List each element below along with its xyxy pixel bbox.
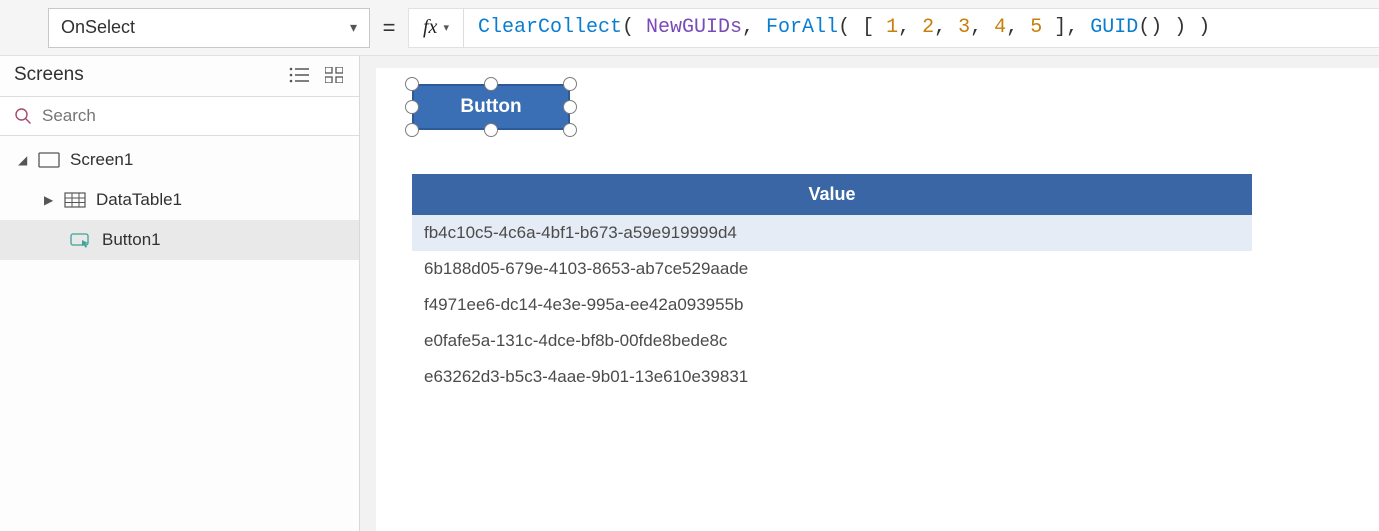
- datatable-icon: [64, 192, 86, 208]
- tree-item-label: Screen1: [70, 150, 133, 170]
- property-dropdown-label: OnSelect: [61, 17, 135, 38]
- formula-token: ,: [742, 16, 766, 39]
- formula-token: (: [622, 16, 646, 39]
- resize-handle[interactable]: [405, 100, 419, 114]
- formula-token: NewGUIDs: [646, 16, 742, 39]
- tree-item-datatable1[interactable]: ▶ DataTable1: [0, 180, 359, 220]
- formula-token: 3: [958, 16, 970, 39]
- collapse-icon[interactable]: ◢: [18, 153, 28, 167]
- search-box[interactable]: [0, 96, 359, 136]
- resize-handle[interactable]: [563, 123, 577, 137]
- canvas-button-label: Button: [460, 96, 521, 118]
- tree-view: ◢ Screen1 ▶ DataTable1: [0, 136, 359, 260]
- tree-item-label: Button1: [102, 230, 161, 250]
- formula-input[interactable]: ClearCollect( NewGUIDs, ForAll( [ 1, 2, …: [464, 8, 1379, 48]
- formula-token: ],: [1042, 16, 1090, 39]
- formula-token: ,: [934, 16, 958, 39]
- formula-token: ForAll: [766, 16, 838, 39]
- screen-surface[interactable]: Button Value fb4c10c5-4c6a-4bf1-b673-a59…: [376, 68, 1379, 531]
- search-input[interactable]: [42, 106, 345, 126]
- datatable-header[interactable]: Value: [412, 174, 1252, 215]
- fx-expand-button[interactable]: fx ▾: [408, 8, 464, 48]
- formula-token: ClearCollect: [478, 16, 622, 39]
- resize-handle[interactable]: [405, 77, 419, 91]
- resize-handle[interactable]: [405, 123, 419, 137]
- canvas[interactable]: Button Value fb4c10c5-4c6a-4bf1-b673-a59…: [360, 56, 1379, 531]
- chevron-down-icon: ▾: [443, 21, 449, 34]
- button-icon: [70, 231, 92, 249]
- formula-token: 5: [1030, 16, 1042, 39]
- grid-view-icon[interactable]: [325, 67, 343, 83]
- formula-token: ,: [970, 16, 994, 39]
- formula-token: () ) ): [1138, 16, 1210, 39]
- formula-token: 4: [994, 16, 1006, 39]
- screen-icon: [38, 152, 60, 168]
- formula-token: 1: [886, 16, 898, 39]
- canvas-datatable[interactable]: Value fb4c10c5-4c6a-4bf1-b673-a59e919999…: [412, 174, 1252, 395]
- tree-view-panel: Screens: [0, 56, 360, 531]
- formula-token: ( [: [838, 16, 886, 39]
- search-icon: [14, 107, 32, 125]
- screens-title: Screens: [14, 64, 84, 86]
- table-row[interactable]: 6b188d05-679e-4103-8653-ab7ce529aade: [412, 251, 1252, 287]
- tree-item-screen1[interactable]: ◢ Screen1: [0, 140, 359, 180]
- selection-box[interactable]: Button: [412, 84, 570, 130]
- table-row[interactable]: f4971ee6-dc14-4e3e-995a-ee42a093955b: [412, 287, 1252, 323]
- tree-item-button1[interactable]: Button1: [0, 220, 359, 260]
- formula-bar: OnSelect ▾ = fx ▾ ClearCollect( NewGUIDs…: [0, 0, 1379, 56]
- formula-token: 2: [922, 16, 934, 39]
- resize-handle[interactable]: [563, 100, 577, 114]
- property-dropdown[interactable]: OnSelect ▾: [48, 8, 370, 48]
- list-view-icon[interactable]: [289, 67, 309, 83]
- formula-token: ,: [1006, 16, 1030, 39]
- formula-token: GUID: [1090, 16, 1138, 39]
- equals-label: =: [370, 15, 408, 41]
- tree-item-label: DataTable1: [96, 190, 182, 210]
- table-row[interactable]: fb4c10c5-4c6a-4bf1-b673-a59e919999d4: [412, 215, 1252, 251]
- table-row[interactable]: e63262d3-b5c3-4aae-9b01-13e610e39831: [412, 359, 1252, 395]
- table-row[interactable]: e0fafe5a-131c-4dce-bf8b-00fde8bede8c: [412, 323, 1252, 359]
- resize-handle[interactable]: [563, 77, 577, 91]
- fx-icon: fx: [423, 16, 437, 39]
- chevron-down-icon: ▾: [350, 19, 357, 36]
- resize-handle[interactable]: [484, 123, 498, 137]
- resize-handle[interactable]: [484, 77, 498, 91]
- screens-header: Screens: [0, 56, 359, 92]
- expand-icon[interactable]: ▶: [44, 193, 54, 207]
- formula-token: ,: [898, 16, 922, 39]
